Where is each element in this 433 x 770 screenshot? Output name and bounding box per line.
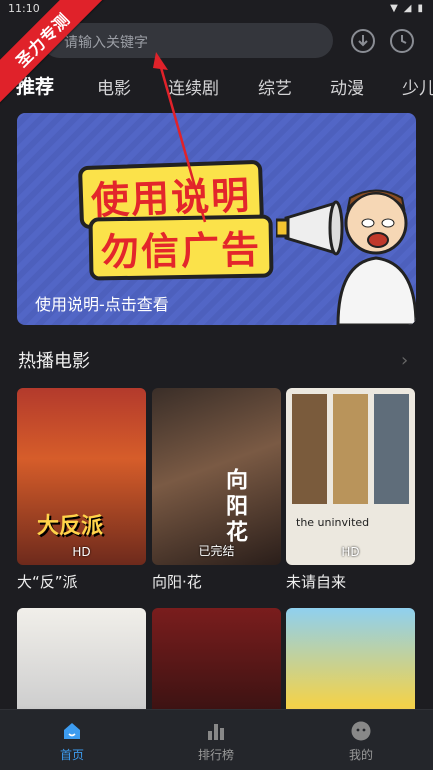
movie-card[interactable]: the uninvited HD 未请自来	[286, 388, 415, 592]
poster-title: the uninvited	[296, 516, 370, 529]
search-input[interactable]: 请输入关键字	[42, 23, 333, 58]
quality-badge: HD	[341, 545, 360, 559]
movie-title: 大“反”派	[17, 573, 78, 591]
tab-anime[interactable]: 动漫	[330, 74, 364, 99]
movie-poster: 向阳花 已完结	[152, 388, 281, 565]
movie-poster: the uninvited HD	[286, 388, 415, 565]
history-icon[interactable]	[389, 28, 415, 54]
poster-title: 大反派	[37, 514, 104, 539]
wifi-icon: ▼	[390, 3, 398, 14]
quality-badge: HD	[72, 545, 91, 559]
tab-series[interactable]: 连续剧	[168, 74, 219, 99]
tab-movie[interactable]: 电影	[97, 74, 131, 99]
section-title: 热播电影	[18, 351, 90, 372]
profile-icon	[351, 721, 371, 741]
rank-icon	[208, 724, 224, 740]
category-tabs: 推荐 电影 连续剧 综艺 动漫 少儿	[0, 68, 433, 102]
status-time: 11:10	[8, 2, 40, 15]
chevron-right-icon[interactable]: ›	[401, 350, 408, 371]
status-icons: ▼ ◢ ▮	[390, 3, 423, 15]
poster-title: 向阳花	[222, 468, 247, 546]
movie-card[interactable]: 大反派 HD 大“反”派	[17, 388, 146, 592]
movie-poster: 大反派 HD	[17, 388, 146, 565]
nav-home[interactable]: 首页	[32, 720, 112, 763]
download-icon[interactable]	[350, 28, 376, 54]
nav-profile[interactable]: 我的	[321, 720, 401, 763]
nav-profile-label: 我的	[348, 748, 373, 762]
signal-icon: ◢	[403, 3, 412, 14]
status-badge: 已完结	[198, 544, 235, 558]
movie-title: 未请自来	[286, 573, 347, 591]
nav-home-label: 首页	[59, 748, 84, 762]
movie-card[interactable]: 向阳花 已完结 向阳·花	[152, 388, 281, 592]
nav-rank[interactable]: 排行榜	[176, 720, 256, 763]
tab-kids[interactable]: 少儿	[402, 74, 433, 99]
megaphone-man-illustration	[276, 189, 416, 325]
tab-variety[interactable]: 综艺	[258, 74, 292, 99]
movie-title: 向阳·花	[152, 573, 202, 591]
battery-icon: ▮	[417, 3, 423, 14]
home-icon	[64, 723, 80, 739]
bottom-nav: 首页 排行榜 我的	[0, 709, 433, 770]
banner[interactable]: 使用说明 勿信广告 使用说明-点击查看	[17, 113, 416, 325]
nav-rank-label: 排行榜	[197, 748, 234, 762]
banner-line2: 勿信广告	[88, 214, 274, 281]
banner-caption: 使用说明-点击查看	[35, 295, 169, 314]
search-placeholder: 请输入关键字	[64, 35, 148, 51]
